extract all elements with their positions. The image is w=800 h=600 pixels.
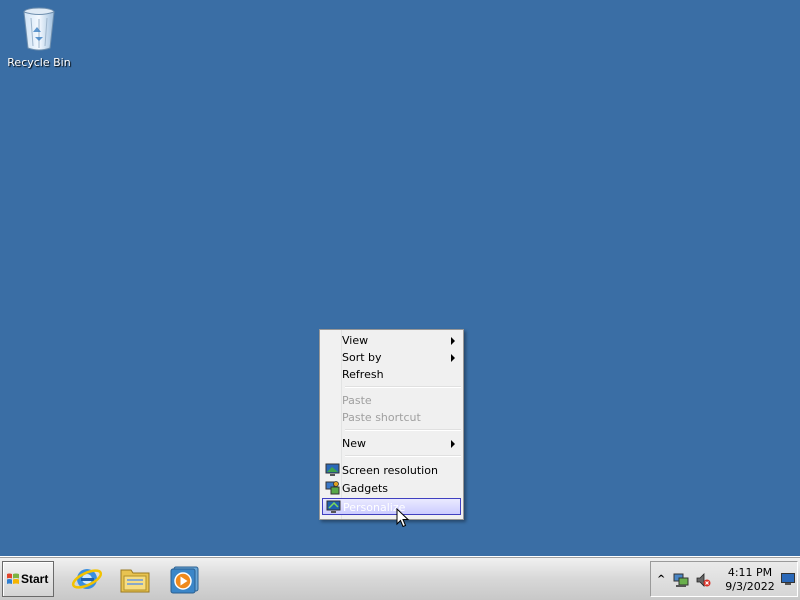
file-explorer-icon (120, 569, 150, 593)
show-hidden-icons-chevron-icon[interactable]: ^ (657, 574, 665, 585)
clock-date: 9/3/2022 (725, 580, 775, 593)
menu-separator (345, 429, 461, 431)
taskbar-app-media-player[interactable] (166, 563, 200, 595)
start-button[interactable]: Start (2, 561, 54, 597)
start-label: Start (21, 572, 49, 586)
menu-item-view[interactable]: View (322, 332, 461, 349)
volume-muted-icon[interactable] (695, 572, 711, 588)
display-settings-icon (325, 463, 340, 476)
menu-item-refresh[interactable]: Refresh (322, 366, 461, 383)
submenu-arrow-icon (451, 354, 455, 362)
recycle-bin-icon (23, 7, 55, 51)
gadgets-icon (325, 481, 340, 495)
menu-item-label: Screen resolution (342, 464, 438, 477)
submenu-arrow-icon (451, 337, 455, 345)
menu-item-label: Sort by (342, 351, 382, 364)
taskbar-app-internet-explorer[interactable] (70, 563, 104, 595)
desktop-icon-recycle-bin[interactable]: Recycle Bin (6, 6, 72, 74)
menu-separator (345, 386, 461, 388)
menu-separator (345, 455, 461, 457)
recycle-bin-label: Recycle Bin (7, 56, 71, 69)
menu-item-label: View (342, 334, 369, 347)
menu-item-label: Gadgets (342, 482, 389, 495)
taskbar: Start ^ 4:11 PM 9/3/2022 (0, 556, 800, 600)
desktop-context-menu: View Sort by Refresh Paste Paste shortcu… (319, 329, 464, 520)
network-icon[interactable] (673, 572, 689, 588)
menu-item-new[interactable]: New (322, 435, 461, 452)
desktop[interactable]: Recycle Bin View Sort by Refresh Paste P… (0, 0, 800, 556)
menu-item-label: Paste shortcut (342, 411, 421, 424)
menu-item-label: Paste (342, 394, 372, 407)
menu-item-gadgets[interactable]: Gadgets (322, 480, 461, 497)
personalize-icon (326, 500, 341, 513)
media-player-icon (170, 566, 199, 594)
menu-item-screen-resolution[interactable]: Screen resolution (322, 462, 461, 479)
menu-item-label: Refresh (342, 368, 384, 381)
mouse-cursor-icon (396, 508, 410, 528)
clock-time: 4:11 PM (727, 566, 773, 579)
menu-item-label: New (342, 437, 366, 450)
taskbar-app-file-explorer[interactable] (118, 563, 152, 595)
windows-logo-icon (7, 573, 19, 584)
menu-item-personalize[interactable]: Personalize (322, 498, 461, 515)
menu-item-paste-shortcut[interactable]: Paste shortcut (322, 409, 461, 426)
menu-item-paste[interactable]: Paste (322, 392, 461, 409)
notification-area: ^ 4:11 PM 9/3/2022 (650, 561, 798, 597)
menu-item-sort-by[interactable]: Sort by (322, 349, 461, 366)
clock[interactable]: 4:11 PM 9/3/2022 (723, 566, 777, 594)
internet-explorer-icon (71, 569, 103, 589)
submenu-arrow-icon (451, 440, 455, 448)
show-desktop-icon[interactable] (781, 573, 795, 585)
